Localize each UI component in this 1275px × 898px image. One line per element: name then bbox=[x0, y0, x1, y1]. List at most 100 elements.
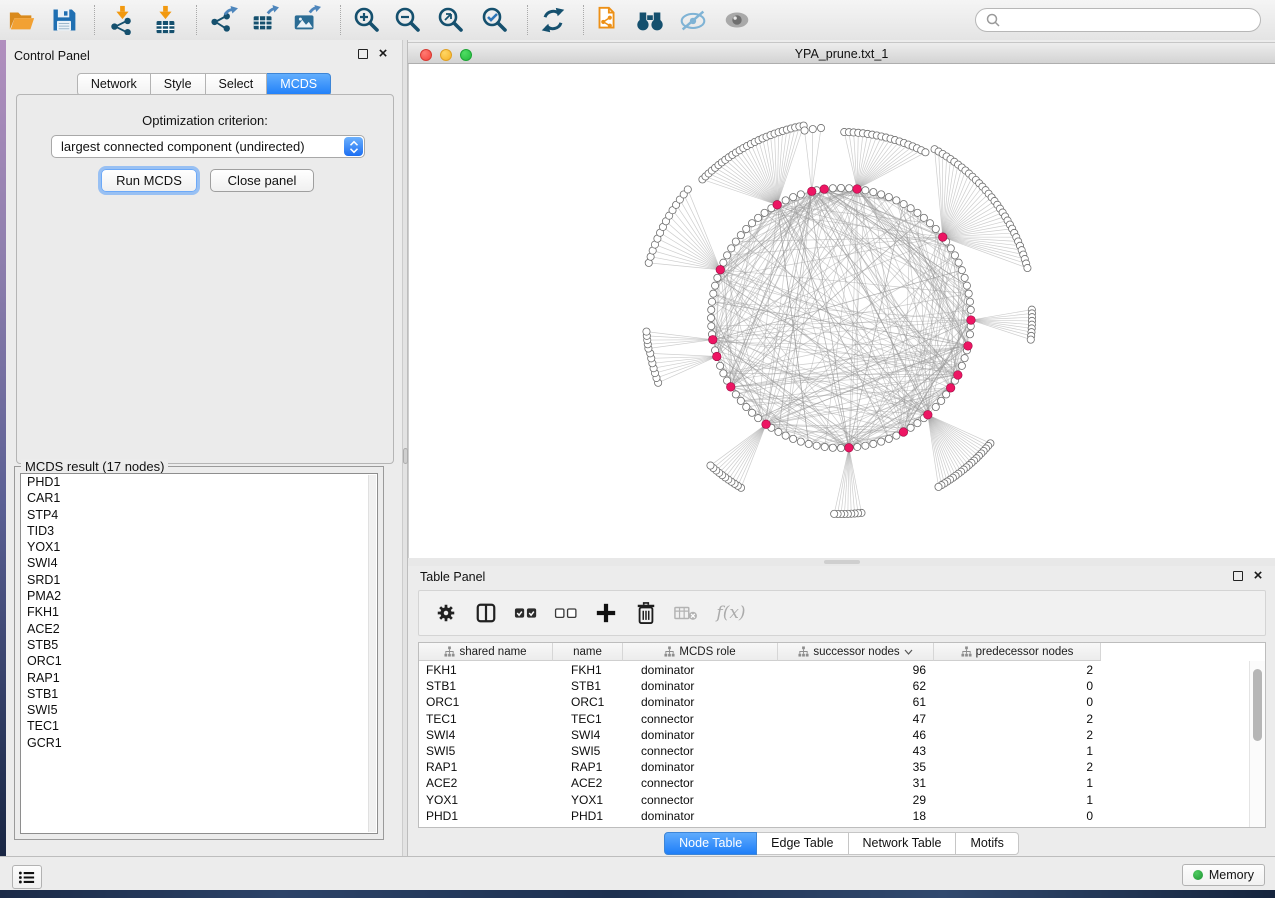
criterion-dropdown[interactable]: largest connected component (undirected) bbox=[51, 135, 365, 158]
result-node-item[interactable]: YOX1 bbox=[21, 539, 377, 555]
table-cell[interactable]: PHD1 bbox=[553, 808, 623, 824]
result-node-item[interactable]: SWI4 bbox=[21, 555, 377, 571]
table-cell[interactable]: connector bbox=[623, 775, 778, 791]
tab-network-table[interactable]: Network Table bbox=[849, 832, 957, 855]
result-node-item[interactable]: STB5 bbox=[21, 637, 377, 653]
result-node-item[interactable]: RAP1 bbox=[21, 670, 377, 686]
result-node-item[interactable]: ACE2 bbox=[21, 621, 377, 637]
table-cell[interactable]: dominator bbox=[623, 727, 778, 743]
table-cell[interactable]: 31 bbox=[778, 775, 934, 791]
float-panel-icon[interactable] bbox=[358, 49, 368, 59]
table-cell[interactable]: 61 bbox=[778, 694, 934, 710]
table-scrollbar-thumb[interactable] bbox=[1253, 669, 1262, 741]
result-node-item[interactable]: CAR1 bbox=[21, 490, 377, 506]
close-panel-button[interactable]: Close panel bbox=[210, 169, 314, 192]
node-table[interactable]: shared namenameMCDS rolesuccessor nodesp… bbox=[418, 642, 1266, 828]
table-cell[interactable]: 2 bbox=[934, 727, 1101, 743]
refresh-view-button[interactable] bbox=[535, 3, 571, 37]
table-cell[interactable]: connector bbox=[623, 792, 778, 808]
table-cell[interactable]: TEC1 bbox=[553, 711, 623, 727]
column-panel-button[interactable] bbox=[473, 600, 499, 626]
result-node-item[interactable]: STP4 bbox=[21, 507, 377, 523]
table-cell[interactable]: dominator bbox=[623, 694, 778, 710]
table-cell[interactable]: 62 bbox=[778, 678, 934, 694]
table-cell[interactable]: 47 bbox=[778, 711, 934, 727]
binoculars-button[interactable] bbox=[632, 3, 668, 37]
table-cell[interactable]: 29 bbox=[778, 792, 934, 808]
table-cell[interactable]: dominator bbox=[623, 808, 778, 824]
eye-slash-button[interactable] bbox=[675, 3, 711, 37]
result-node-item[interactable]: FKH1 bbox=[21, 604, 377, 620]
horizontal-splitter[interactable] bbox=[408, 558, 1275, 566]
table-cell[interactable]: SWI4 bbox=[419, 727, 553, 743]
result-node-item[interactable]: GCR1 bbox=[21, 735, 377, 751]
table-cell[interactable]: ACE2 bbox=[553, 775, 623, 791]
mcds-result-list[interactable]: PHD1CAR1STP4TID3YOX1SWI4SRD1PMA2FKH1ACE2… bbox=[20, 473, 378, 834]
zoom-in-button[interactable] bbox=[348, 3, 384, 37]
table-cell[interactable]: FKH1 bbox=[419, 662, 553, 678]
table-cell[interactable]: 96 bbox=[778, 662, 934, 678]
table-cell[interactable]: YOX1 bbox=[553, 792, 623, 808]
deselect-all-button[interactable] bbox=[553, 600, 579, 626]
search-input[interactable] bbox=[1007, 12, 1241, 28]
zoom-out-button[interactable] bbox=[389, 3, 425, 37]
result-node-item[interactable]: SRD1 bbox=[21, 572, 377, 588]
table-cell[interactable]: 2 bbox=[934, 711, 1101, 727]
table-cell[interactable]: 2 bbox=[934, 759, 1101, 775]
column-header-shared-name[interactable]: shared name bbox=[419, 643, 553, 661]
result-node-item[interactable]: STB1 bbox=[21, 686, 377, 702]
table-cell[interactable]: 1 bbox=[934, 743, 1101, 759]
tab-style[interactable]: Style bbox=[151, 73, 206, 96]
tab-mcds[interactable]: MCDS bbox=[267, 73, 331, 96]
tab-motifs[interactable]: Motifs bbox=[956, 832, 1018, 855]
eye-button[interactable] bbox=[719, 3, 755, 37]
result-node-item[interactable]: ORC1 bbox=[21, 653, 377, 669]
table-cell[interactable]: STB1 bbox=[553, 678, 623, 694]
table-cell[interactable]: 18 bbox=[778, 808, 934, 824]
table-cell[interactable]: 2 bbox=[934, 662, 1101, 678]
import-table-button[interactable] bbox=[147, 3, 183, 37]
table-cell[interactable]: RAP1 bbox=[553, 759, 623, 775]
table-cell[interactable]: 35 bbox=[778, 759, 934, 775]
table-cell[interactable]: PHD1 bbox=[419, 808, 553, 824]
table-cell[interactable]: connector bbox=[623, 711, 778, 727]
network-canvas[interactable] bbox=[408, 64, 1275, 558]
close-panel-icon[interactable]: × bbox=[376, 46, 390, 60]
zoom-fit-button[interactable] bbox=[432, 3, 468, 37]
table-cell[interactable]: ORC1 bbox=[553, 694, 623, 710]
float-panel-icon[interactable] bbox=[1233, 571, 1243, 581]
splitter-handle[interactable] bbox=[824, 560, 860, 564]
table-cell[interactable]: 1 bbox=[934, 792, 1101, 808]
memory-button[interactable]: Memory bbox=[1182, 864, 1265, 886]
result-list-scrollbar[interactable] bbox=[368, 475, 376, 832]
select-all-button[interactable] bbox=[513, 600, 539, 626]
table-cell[interactable]: 1 bbox=[934, 775, 1101, 791]
table-cell[interactable]: dominator bbox=[623, 662, 778, 678]
result-node-item[interactable]: TEC1 bbox=[21, 718, 377, 734]
delete-button[interactable] bbox=[633, 600, 659, 626]
table-cell[interactable]: SWI5 bbox=[553, 743, 623, 759]
result-node-item[interactable]: SWI5 bbox=[21, 702, 377, 718]
zoom-selected-button[interactable] bbox=[476, 3, 512, 37]
network-window-titlebar[interactable]: YPA_prune.txt_1 bbox=[408, 42, 1275, 64]
table-cell[interactable]: 0 bbox=[934, 694, 1101, 710]
column-header-name[interactable]: name bbox=[553, 643, 623, 661]
table-cell[interactable]: SWI4 bbox=[553, 727, 623, 743]
table-cell[interactable]: YOX1 bbox=[419, 792, 553, 808]
tab-edge-table[interactable]: Edge Table bbox=[757, 832, 848, 855]
tab-network[interactable]: Network bbox=[77, 73, 151, 96]
column-header-successor-nodes[interactable]: successor nodes bbox=[778, 643, 934, 661]
add-button[interactable] bbox=[593, 600, 619, 626]
share-document-button[interactable] bbox=[589, 3, 625, 37]
table-mode-gear-button[interactable] bbox=[433, 600, 459, 626]
task-history-button[interactable] bbox=[12, 865, 42, 889]
result-node-item[interactable]: PMA2 bbox=[21, 588, 377, 604]
table-cell[interactable]: STB1 bbox=[419, 678, 553, 694]
table-cell[interactable]: dominator bbox=[623, 678, 778, 694]
table-cell[interactable]: SWI5 bbox=[419, 743, 553, 759]
table-cell[interactable]: RAP1 bbox=[419, 759, 553, 775]
table-cell[interactable]: dominator bbox=[623, 759, 778, 775]
table-cell[interactable]: connector bbox=[623, 743, 778, 759]
table-cell[interactable]: ORC1 bbox=[419, 694, 553, 710]
export-image-button[interactable] bbox=[288, 3, 324, 37]
